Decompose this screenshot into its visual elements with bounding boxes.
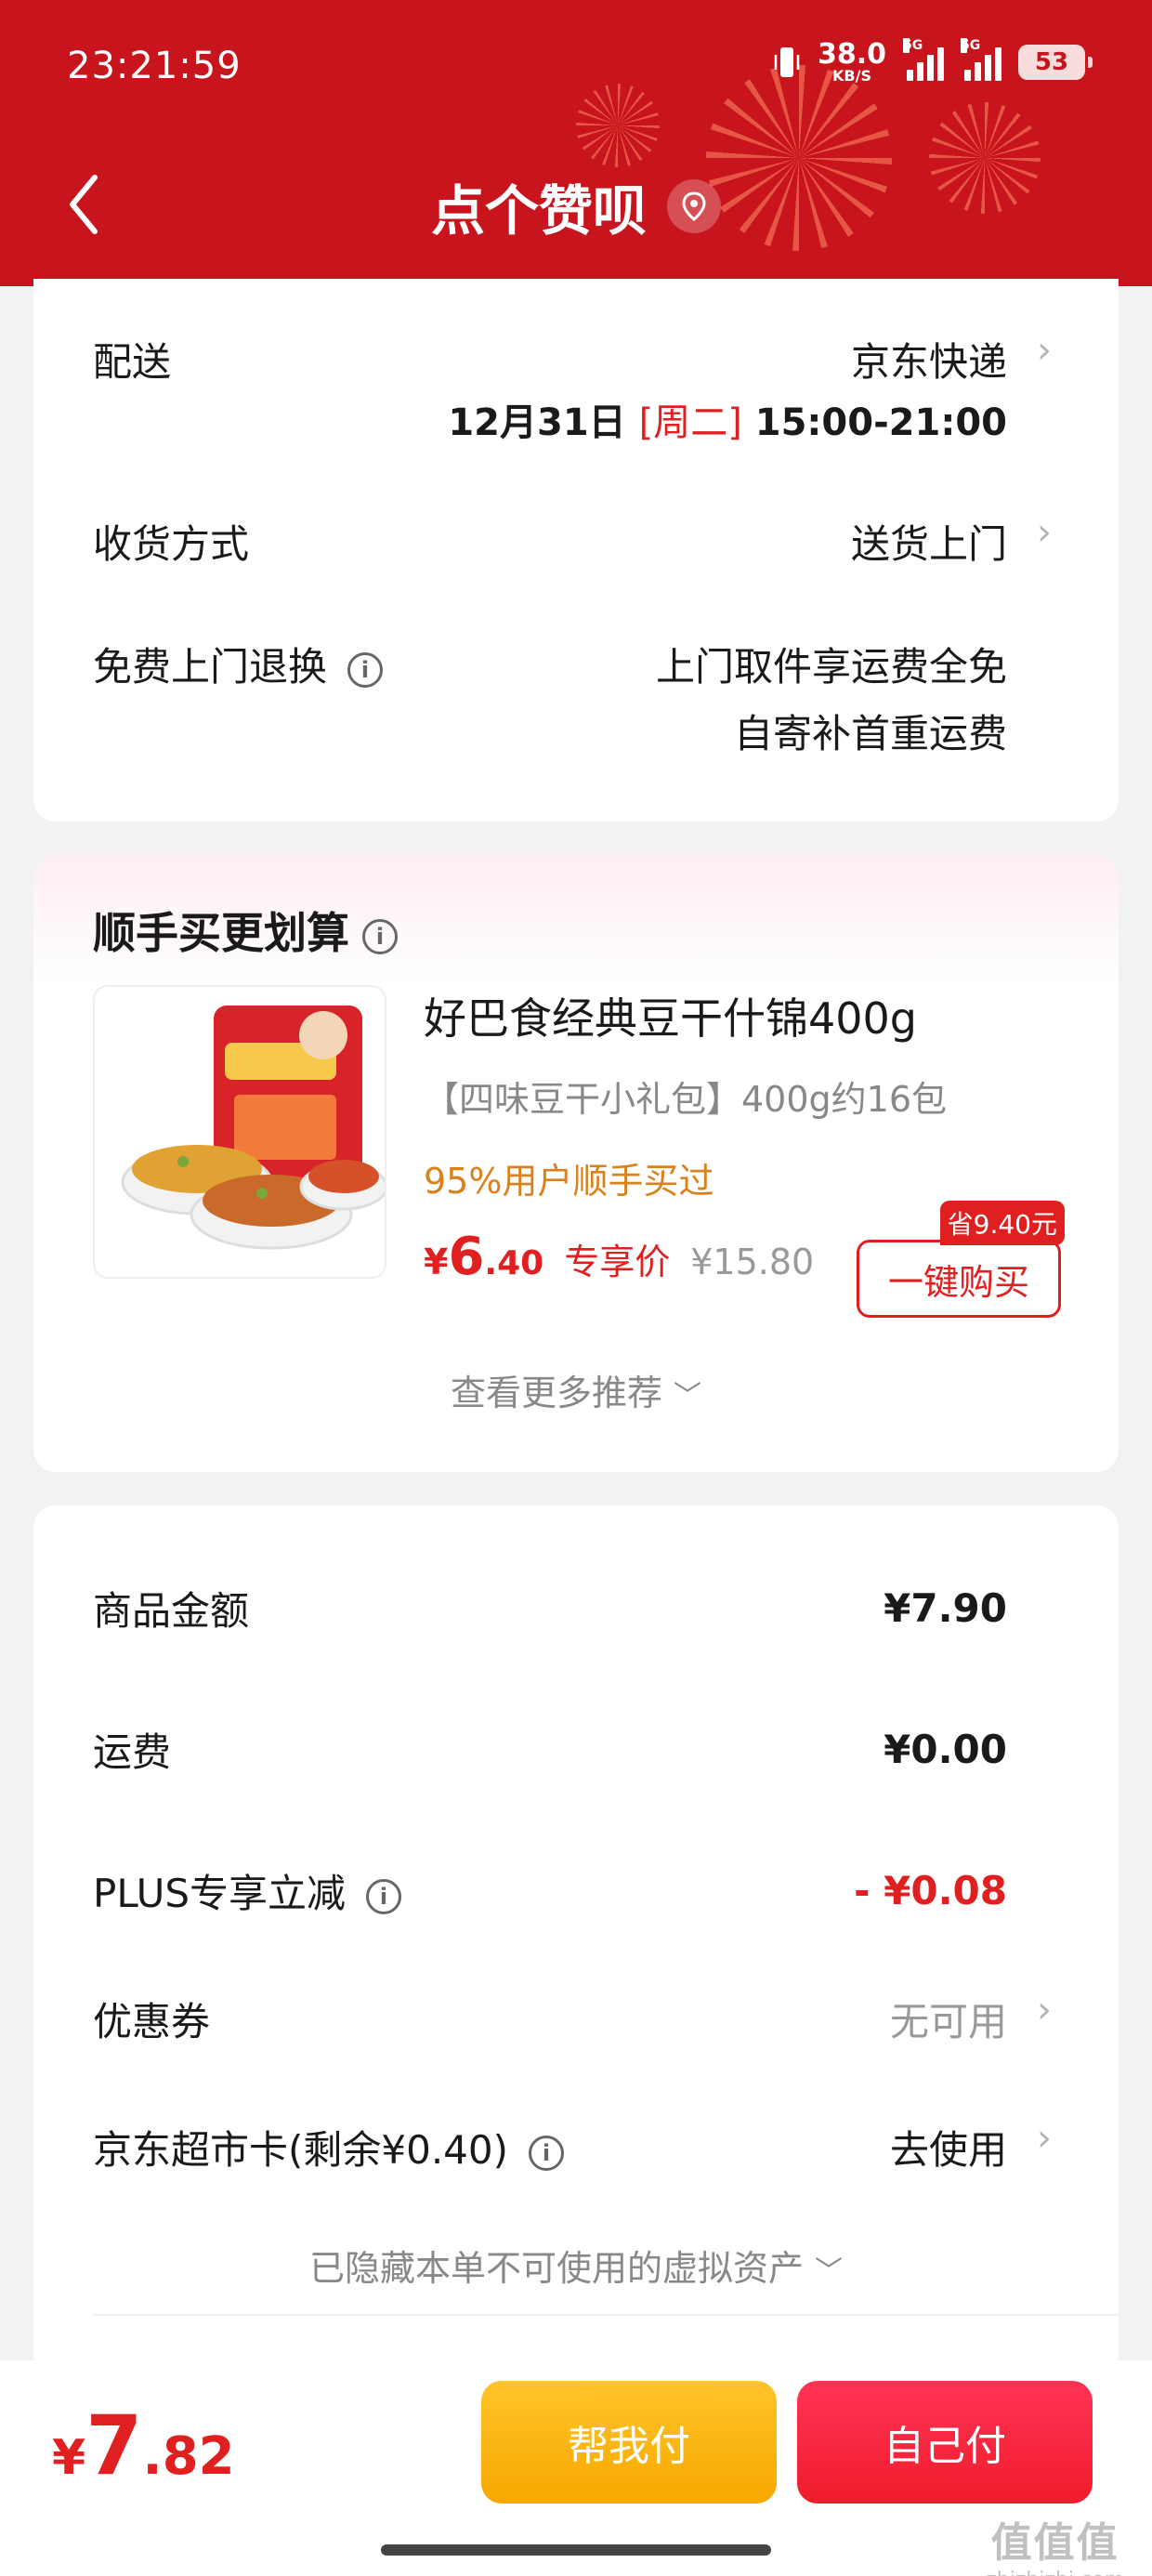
chevron-down-icon: ﹀ [815, 2255, 844, 2288]
one-click-buy-button[interactable]: 一键购买 [857, 1240, 1061, 1318]
exclusive-price-tag: 专享价 [564, 1242, 671, 1282]
hidden-assets-toggle[interactable]: 已隐藏本单不可使用的虚拟资产 ﹀ [33, 2240, 1119, 2291]
product-spec: 【四味豆干小礼包】400g约16包 [424, 1079, 948, 1120]
receive-method-value[interactable]: 送货上门 [851, 513, 1007, 570]
goods-amount-value: ¥7.90 [884, 1585, 1007, 1631]
product-bought-rate: 95%用户顺手买过 [424, 1161, 714, 1202]
view-more-recommendations[interactable]: 查看更多推荐 ﹀ [33, 1364, 1119, 1415]
help-me-pay-button[interactable]: 帮我付 [481, 2381, 777, 2504]
status-bar: 38.0 KB/S 5G 5G 53 [773, 38, 1093, 85]
product-image[interactable] [93, 985, 386, 1279]
info-icon[interactable]: i [529, 2135, 565, 2171]
title-area: 点个赞呗 [0, 167, 1152, 245]
receive-method-label: 收货方式 [93, 521, 250, 567]
delivery-label: 配送 [93, 339, 172, 385]
delivery-time[interactable]: 12月31日 [周二] 15:00-21:00 [448, 392, 1007, 446]
delivery-slot: 15:00-21:00 [754, 401, 1007, 444]
net-speed: 38.0 KB/S [817, 38, 886, 85]
delivery-weekday: [周二] [638, 401, 742, 444]
shipping-label: 运费 [93, 1729, 172, 1775]
save-badge: 省9.40元 [939, 1201, 1065, 1245]
location-pin-icon[interactable] [667, 179, 721, 233]
coupon-label: 优惠券 [93, 1999, 211, 2044]
free-return-label: 免费上门退换 i [93, 636, 384, 692]
supermarket-card-value[interactable]: 去使用 [890, 2119, 1007, 2175]
free-return-line1: 上门取件享运费全免 [655, 644, 1007, 690]
goods-amount-label: 商品金额 [93, 1588, 250, 1634]
chevron-right-icon[interactable]: › [1037, 511, 1052, 554]
chevron-right-icon[interactable]: › [1037, 2117, 1052, 2160]
signal-icon: 5G [903, 38, 944, 81]
bottom-pay-bar: ¥7.82 帮我付 自己付 [0, 2360, 1152, 2576]
watermark: 值值值 zhizhizhi.com [986, 2519, 1124, 2576]
divider [93, 2314, 1119, 2316]
pay-myself-button[interactable]: 自己付 [797, 2381, 1093, 2504]
coupon-value[interactable]: 无可用 [890, 1991, 1007, 2047]
info-icon[interactable]: i [366, 1878, 402, 1914]
home-indicator[interactable] [381, 2544, 771, 2556]
app-header: 23:21:59 38.0 KB/S 5G 5G 53 点个赞呗 [0, 0, 1152, 286]
info-icon[interactable]: i [347, 651, 384, 688]
page-title: 点个赞呗 [430, 179, 647, 243]
chevron-right-icon[interactable]: › [1037, 1989, 1052, 2031]
current-price: ¥6.40 [424, 1227, 544, 1287]
recommend-card: 顺手买更划算 i 好巴食经典豆干什锦400g 【四味豆干小礼包】400g约16包 … [33, 855, 1119, 1472]
plus-discount-label: PLUS专享立减 i [93, 1862, 402, 1919]
battery-icon: 53 [1018, 45, 1093, 80]
signal-icon: 5G [961, 38, 1001, 81]
plus-discount-value: - ¥0.08 [854, 1868, 1007, 1913]
total-price: ¥7.82 [52, 2398, 235, 2493]
original-price: ¥15.80 [690, 1242, 815, 1282]
status-time: 23:21:59 [67, 45, 242, 87]
shipping-value: ¥0.00 [884, 1727, 1007, 1772]
delivery-card: 配送 京东快递 › 12月31日 [周二] 15:00-21:00 收货方式 送… [33, 279, 1119, 821]
delivery-carrier[interactable]: 京东快递 [851, 331, 1007, 388]
price-summary-card: 商品金额 ¥7.90 运费 ¥0.00 PLUS专享立减 i - ¥0.08 优惠… [33, 1505, 1119, 2398]
product-name[interactable]: 好巴食经典豆干什锦400g [424, 985, 917, 1046]
vibrate-icon [774, 47, 800, 77]
chevron-right-icon[interactable]: › [1037, 329, 1052, 372]
supermarket-card-label: 京东超市卡(剩余¥0.40) i [93, 2119, 565, 2175]
chevron-down-icon: ﹀ [674, 1380, 702, 1413]
delivery-date: 12月31日 [448, 401, 626, 444]
free-return-line2: 自寄补首重运费 [733, 711, 1007, 756]
firework-decoration [576, 84, 660, 167]
recommend-title: 顺手买更划算 i [93, 900, 398, 961]
price-row: ¥6.40 专享价 ¥15.80 [424, 1227, 814, 1292]
info-icon[interactable]: i [362, 918, 398, 954]
